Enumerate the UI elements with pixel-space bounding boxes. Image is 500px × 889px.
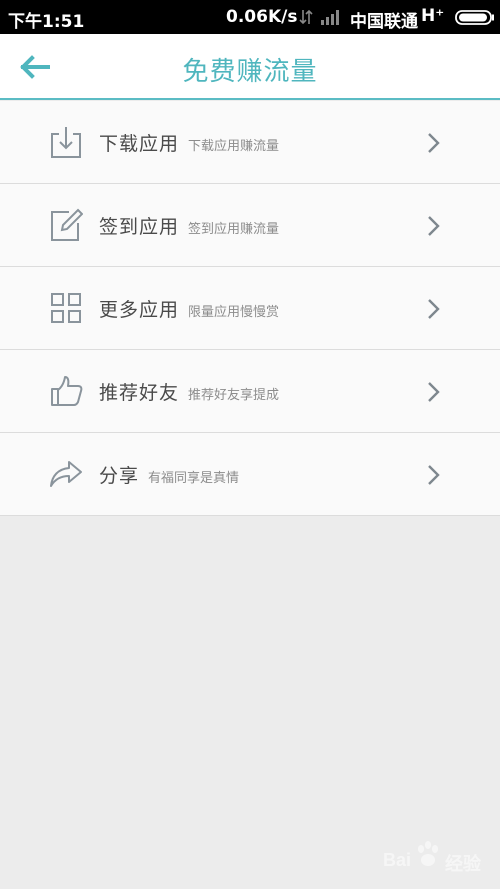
menu-list: 下载应用 下载应用赚流量 签到应用 签到应用赚流量 更多应用 限量应用慢慢赏 推… [0, 101, 500, 516]
list-item-title: 签到应用 [99, 216, 180, 238]
status-network-speed: 0.06K/s [226, 7, 298, 27]
share-icon [50, 461, 82, 487]
status-carrier: 中国联通 [350, 12, 418, 32]
signal-strength-icon [321, 10, 339, 25]
chevron-right-icon [428, 465, 440, 485]
list-item-download-apps[interactable]: 下载应用 下载应用赚流量 [0, 101, 500, 184]
status-bar: 下午1:51 0.06K/s 中国联通 H⁺ [0, 0, 500, 34]
chevron-right-icon [428, 216, 440, 236]
list-item-subtitle: 推荐好友享提成 [188, 388, 280, 403]
baidu-watermark: Bai 经验 [383, 836, 495, 886]
list-item-title: 下载应用 [99, 133, 180, 155]
paw-icon [418, 841, 438, 866]
watermark-text-right: 经验 [445, 854, 481, 874]
chevron-right-icon [428, 133, 440, 153]
page-title: 免费赚流量 [182, 57, 318, 87]
status-network-type: H⁺ [421, 6, 445, 26]
list-item-title: 推荐好友 [99, 382, 180, 404]
thumbs-up-icon [51, 376, 83, 406]
download-icon [51, 127, 81, 158]
edit-icon [51, 208, 83, 241]
chevron-right-icon [428, 382, 440, 402]
battery-icon [455, 10, 494, 25]
list-item-checkin-apps[interactable]: 签到应用 签到应用赚流量 [0, 184, 500, 267]
list-item-subtitle: 签到应用赚流量 [188, 222, 280, 237]
chevron-right-icon [428, 299, 440, 319]
data-transfer-icon [299, 9, 313, 25]
list-item-subtitle: 有福同享是真情 [148, 471, 240, 486]
watermark-text-left: Bai [383, 850, 412, 870]
list-item-title: 分享 [99, 465, 140, 487]
list-item-subtitle: 限量应用慢慢赏 [188, 305, 280, 320]
list-item-share[interactable]: 分享 有福同享是真情 [0, 433, 500, 516]
status-time: 下午1:51 [8, 12, 85, 32]
app-header: 免费赚流量 [0, 34, 500, 100]
list-item-subtitle: 下载应用赚流量 [188, 139, 280, 154]
list-item-title: 更多应用 [99, 299, 180, 321]
list-item-recommend-friends[interactable]: 推荐好友 推荐好友享提成 [0, 350, 500, 433]
grid-icon [51, 293, 81, 323]
list-item-more-apps[interactable]: 更多应用 限量应用慢慢赏 [0, 267, 500, 350]
